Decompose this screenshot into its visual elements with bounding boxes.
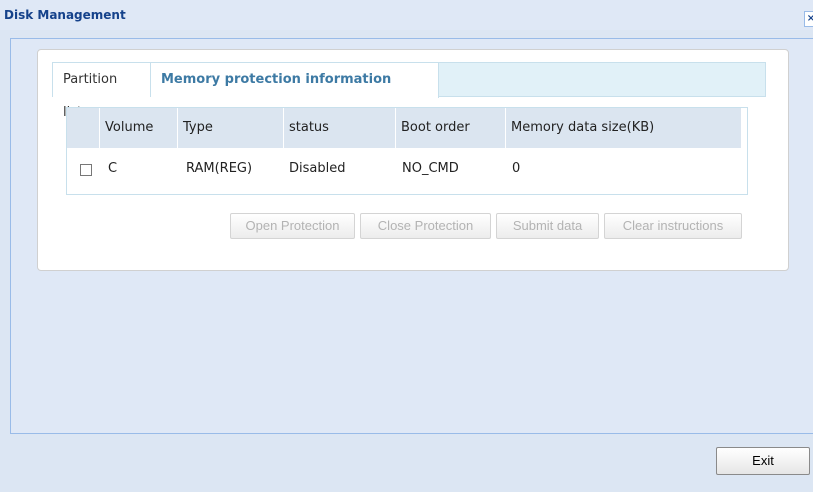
column-header-select [67,108,99,148]
column-separator [283,108,284,148]
cell-status: Disabled [289,161,346,176]
tab-memory-protection-information[interactable]: Memory protection information [151,63,439,98]
tab-panel: Partition list Memory protection informa… [52,62,766,258]
submit-data-button[interactable]: Submit data [496,213,599,239]
column-separator [505,108,506,148]
open-protection-button[interactable]: Open Protection [230,213,355,239]
content-panel: Partition list Memory protection informa… [37,49,789,271]
cell-volume: C [108,161,118,176]
column-separator [99,108,100,148]
grid-header-row: Volume Type status Boot order Memory dat… [67,108,741,148]
cell-boot-order: NO_CMD [402,161,459,176]
disk-management-window: Disk Management × Partition list Memory … [0,0,813,492]
column-separator [395,108,396,148]
exit-button[interactable]: Exit [716,447,810,475]
column-separator [177,108,178,148]
window-titlebar[interactable]: Disk Management × [0,0,813,30]
table-row[interactable]: C RAM(REG) Disabled NO_CMD 0 [67,150,741,188]
close-icon[interactable]: × [804,11,813,27]
window-title: Disk Management [4,8,126,22]
dialog-body: Partition list Memory protection informa… [10,38,813,434]
column-header-volume[interactable]: Volume [105,108,153,148]
column-header-memory-data-size[interactable]: Memory data size(KB) [511,108,654,148]
cell-type: RAM(REG) [186,161,253,176]
clear-instructions-button[interactable]: Clear instructions [604,213,742,239]
tab-strip: Partition list Memory protection informa… [52,62,766,120]
column-header-type[interactable]: Type [183,108,213,148]
tab-partition-list[interactable]: Partition list [53,63,151,120]
close-protection-button[interactable]: Close Protection [360,213,491,239]
column-header-status[interactable]: status [289,108,329,148]
column-header-boot-order[interactable]: Boot order [401,108,470,148]
memory-protection-grid: Volume Type status Boot order Memory dat… [66,107,748,195]
cell-memory-data-size: 0 [512,161,521,176]
row-select-checkbox[interactable] [80,164,92,176]
